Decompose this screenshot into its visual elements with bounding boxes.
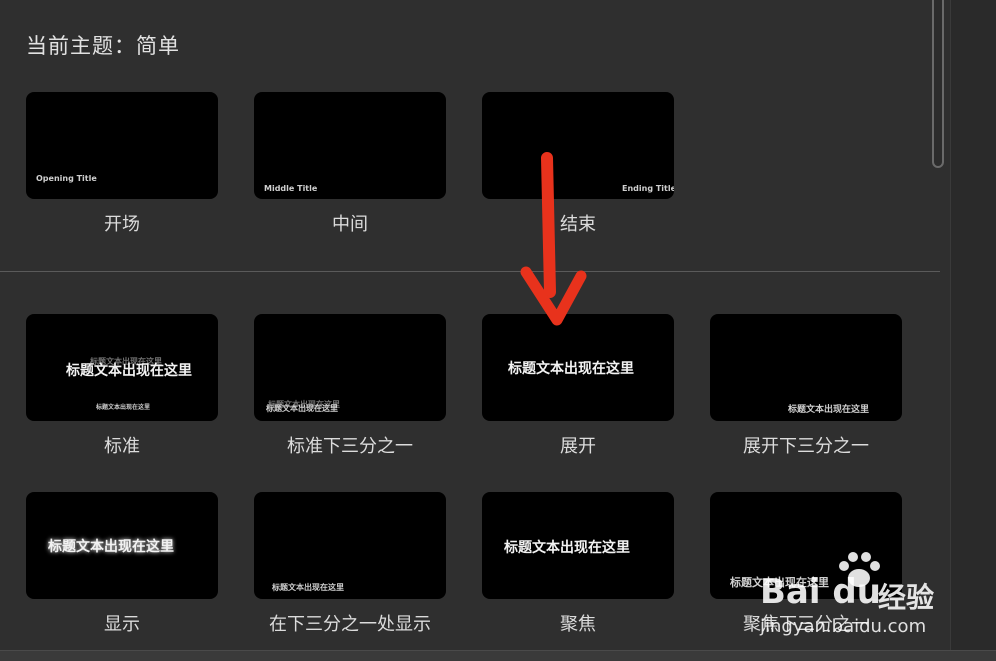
tile-label: 开场 [104,214,140,235]
thumbnail-text: Ending Title [622,184,674,193]
thumbnail-standard: 标题文本出现在这里 标题文本出现在这里 标题文本出现在这里 [26,314,218,421]
annotation-arrow-icon [520,152,587,326]
right-gutter [950,0,996,660]
thumbnail-text: 标题文本出现在这里 [266,404,338,413]
thumbnail-text: 标题文本出现在这里 [48,539,174,555]
thumbnail-text: 标题文本出现在这里 [504,540,630,556]
thumbnail-focus: 标题文本出现在这里 [482,492,674,599]
thumbnail-text: 标题文本出现在这里 [508,361,634,377]
tile-label: 标准 [104,436,140,457]
thumbnail-text: 标题文本出现在这里 [66,363,192,379]
thumbnail-text: Opening Title [36,174,97,183]
tile-label: 在下三分之一处显示 [269,614,431,635]
baidu-watermark: Bai du 经验 jingyan.baidu.com [760,548,950,638]
scrollbar-thumb[interactable] [932,0,944,168]
watermark-brand: Bai du [760,572,881,612]
tile-label: 显示 [104,614,140,635]
watermark-url: jingyan.baidu.com [760,616,927,637]
tile-label: 聚焦 [560,614,596,635]
theme-title: 当前主题：简单 [26,34,180,58]
watermark-brand-cn: 经验 [878,581,935,614]
thumbnail-text: 标题文本出现在这里 [272,583,344,592]
thumbnail-expand: 标题文本出现在这里 [482,314,674,421]
thumbnail-reveal-lower-third: 标题文本出现在这里 [254,492,446,599]
tile-label: 中间 [332,214,368,235]
thumbnail-standard-lower-third: 标题文本出现在这里 标题文本出现在这里 [254,314,446,421]
tile-label: 标准下三分之一 [287,436,413,457]
thumbnail-text: Middle Title [264,184,318,193]
thumbnail-subtext: 标题文本出现在这里 [96,404,151,411]
tile-label: 展开 [560,436,596,457]
thumbnail-reveal: 标题文本出现在这里 [26,492,218,599]
thumbnail-text: 标题文本出现在这里 [788,405,870,415]
thumbnail-opening: Opening Title [26,92,218,199]
vertical-scrollbar[interactable] [930,0,948,170]
section-divider [0,271,940,272]
thumbnail-expand-lower-third: 标题文本出现在这里 [710,314,902,421]
thumbnail-middle: Middle Title [254,92,446,199]
bottom-bar [0,650,996,661]
tile-label: 展开下三分之一 [743,436,869,457]
